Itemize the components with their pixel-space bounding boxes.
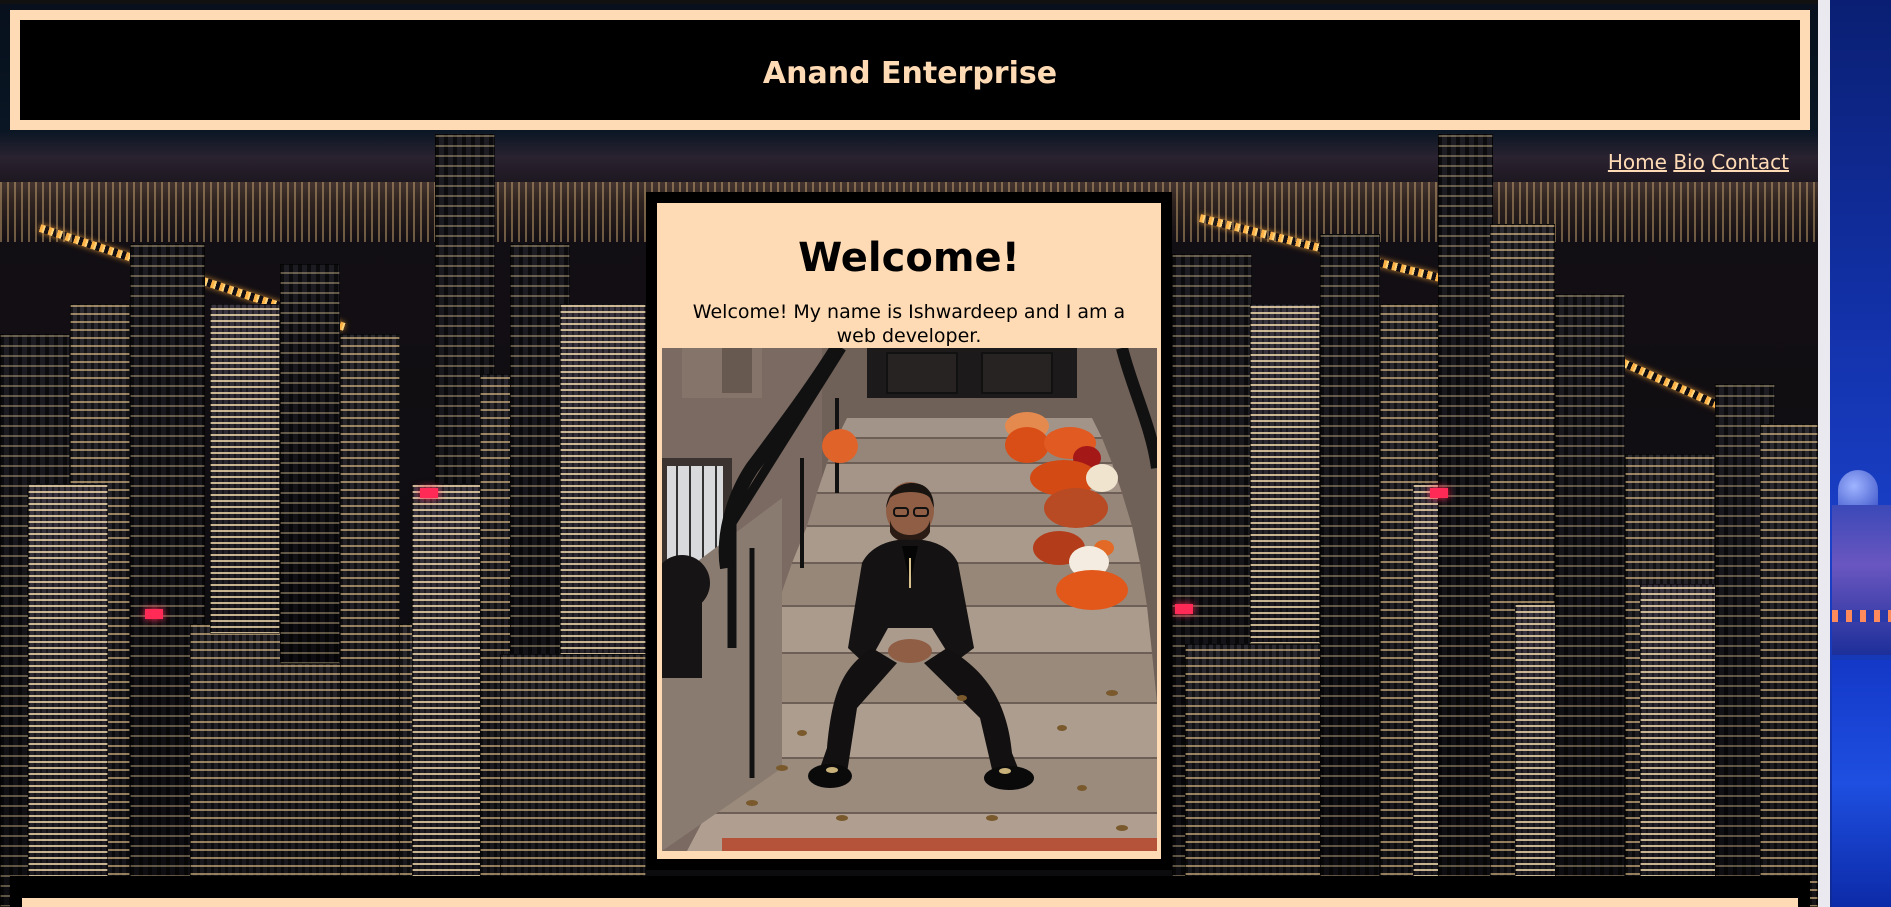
building [1760,424,1818,907]
building [1250,304,1320,644]
red-light [1430,488,1448,498]
nav-link-contact[interactable]: Contact [1711,150,1789,174]
welcome-text: Welcome! My name is Ishwardeep and I am … [692,301,1126,347]
nav-link-home[interactable]: Home [1608,150,1667,174]
desktop-wallpaper-dome [1838,470,1878,510]
desktop-wallpaper-lights [1832,610,1891,622]
building [190,624,440,907]
nav-link-bio[interactable]: Bio [1673,150,1705,174]
red-light [145,609,163,619]
window-scrollbar-edge[interactable] [1818,0,1830,907]
browser-window: Anand Enterprise Home Bio Contact Welcom… [0,0,1830,907]
building [210,304,280,634]
red-light [420,488,438,498]
red-light [1175,604,1193,614]
building [280,264,340,664]
site-header: Anand Enterprise [10,10,1810,130]
profile-photo-illustration [662,348,1157,851]
welcome-heading: Welcome! [798,235,1020,281]
profile-photo [662,348,1157,851]
footer-inner [22,898,1798,907]
building [1555,294,1625,907]
welcome-card: Welcome! Welcome! My name is Ishwardeep … [646,192,1172,870]
desktop-wallpaper-building [1832,505,1891,655]
building [412,484,482,907]
main-nav: Home Bio Contact [1608,150,1789,174]
building [28,484,108,907]
building [500,654,646,907]
welcome-card-body: Welcome! Welcome! My name is Ishwardeep … [657,203,1161,859]
site-title: Anand Enterprise [762,56,1058,91]
building [1438,134,1493,907]
building [340,334,400,907]
site-footer [10,876,1810,907]
desktop-wallpaper-water [1832,660,1891,907]
web-page: Anand Enterprise Home Bio Contact Welcom… [0,4,1818,907]
building [1320,234,1380,907]
